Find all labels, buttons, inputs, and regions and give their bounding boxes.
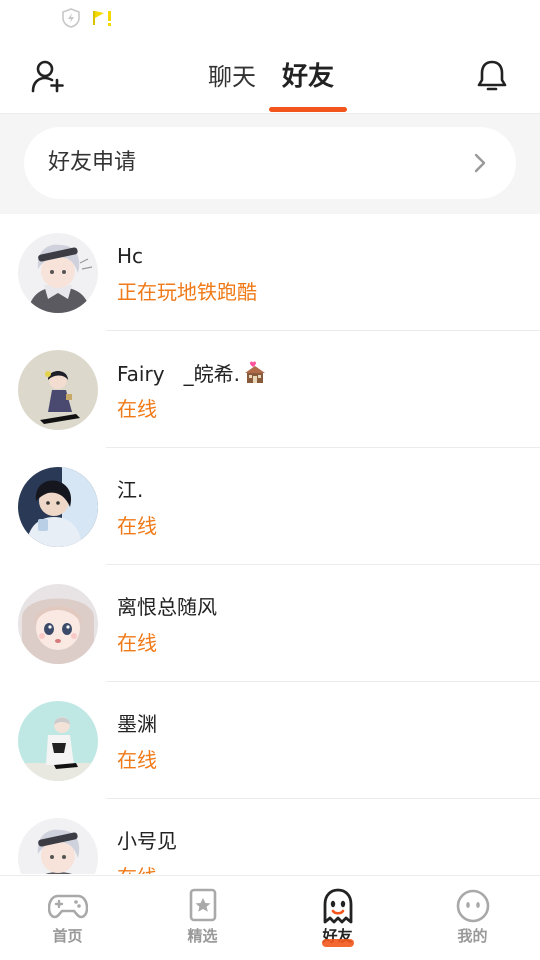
friend-row[interactable]: Fairy _皖希. 在线 bbox=[0, 331, 540, 448]
friend-row[interactable]: 离恨总随风 在线 bbox=[0, 565, 540, 682]
gamepad-icon bbox=[47, 894, 88, 919]
friend-row[interactable]: Hc 正在玩地铁跑酷 bbox=[0, 214, 540, 331]
friend-row[interactable]: 江. 在线 bbox=[0, 448, 540, 565]
friend-name: Hc bbox=[117, 244, 144, 268]
avatar bbox=[18, 818, 98, 874]
tab-chat[interactable]: 聊天 bbox=[208, 60, 256, 94]
add-friend-icon[interactable] bbox=[30, 58, 66, 94]
avatar bbox=[18, 701, 98, 781]
bottom-nav: 首页 精选 好友 我的 bbox=[0, 875, 540, 960]
friend-status: 正在玩地铁跑酷 bbox=[117, 280, 257, 304]
avatar bbox=[18, 584, 98, 664]
active-tab-indicator bbox=[269, 107, 347, 112]
friend-status: 在线 bbox=[117, 397, 157, 421]
avatar bbox=[18, 350, 98, 430]
friend-name: 江. bbox=[117, 478, 144, 502]
top-nav: 聊天 好友 bbox=[0, 40, 540, 114]
status-bar bbox=[0, 0, 540, 40]
bottom-nav-label: 精选 bbox=[187, 927, 218, 945]
bottom-nav-home[interactable]: 首页 bbox=[0, 876, 135, 960]
friend-name: 离恨总随风 bbox=[117, 595, 217, 619]
ghost-icon bbox=[323, 888, 352, 924]
friend-request-section: 好友申请 bbox=[0, 114, 540, 214]
friend-list: Hc 正在玩地铁跑酷 Fairy _皖希. 在线 江. 在线 离恨总随风 在线 … bbox=[0, 214, 540, 874]
friend-row[interactable]: 墨渊 在线 bbox=[0, 682, 540, 799]
friend-status: 在线 bbox=[117, 748, 157, 772]
shield-icon bbox=[62, 8, 80, 28]
bottom-nav-featured[interactable]: 精选 bbox=[135, 876, 270, 960]
avatar bbox=[18, 233, 98, 313]
bottom-nav-label: 首页 bbox=[52, 927, 83, 945]
friend-request-label: 好友申请 bbox=[48, 150, 137, 175]
bell-icon[interactable] bbox=[474, 58, 510, 94]
friend-name: Fairy _皖希. bbox=[117, 359, 268, 388]
avatar bbox=[18, 467, 98, 547]
friend-request-button[interactable]: 好友申请 bbox=[24, 127, 516, 199]
active-nav-indicator bbox=[321, 939, 354, 947]
friend-name: 墨渊 bbox=[117, 712, 157, 736]
bottom-nav-friends[interactable]: 好友 bbox=[270, 876, 405, 960]
friend-status: 在线 bbox=[117, 514, 157, 538]
friend-status: 在线 bbox=[117, 863, 157, 874]
flag-icon bbox=[93, 11, 111, 26]
bottom-nav-me[interactable]: 我的 bbox=[405, 876, 540, 960]
star-bookmark-icon bbox=[189, 888, 216, 922]
tab-friends[interactable]: 好友 bbox=[282, 60, 334, 94]
friend-row[interactable]: 小号见 在线 bbox=[0, 799, 540, 874]
house-heart-emoji-icon bbox=[244, 361, 265, 383]
chevron-right-icon bbox=[474, 153, 486, 173]
friend-name-text: Fairy _皖希. bbox=[117, 362, 240, 386]
friend-name: 小号见 bbox=[117, 829, 177, 853]
face-icon bbox=[456, 889, 489, 923]
friend-status: 在线 bbox=[117, 631, 157, 655]
bottom-nav-label: 我的 bbox=[457, 927, 488, 945]
